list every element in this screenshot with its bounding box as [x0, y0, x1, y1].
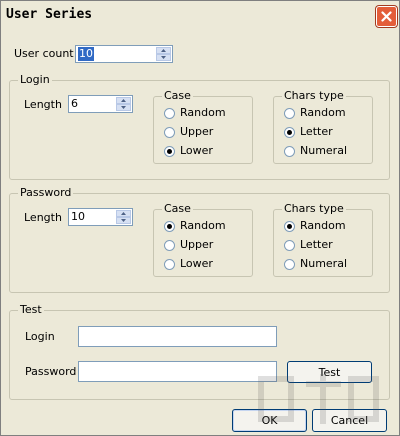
radio-circle: [164, 239, 175, 251]
radio-label: Random: [300, 106, 346, 119]
spin-up-icon[interactable]: [156, 47, 171, 54]
radio-circle-selected: [164, 145, 175, 157]
login-length-value: 6: [71, 97, 78, 110]
login-length-spin-buttons[interactable]: [116, 97, 131, 111]
radio-circle: [284, 239, 295, 251]
radio-label: Upper: [180, 238, 214, 251]
password-case-label: Case: [162, 202, 193, 216]
radio-circle: [164, 258, 175, 270]
spin-down-icon[interactable]: [156, 54, 171, 61]
radio-circle: [164, 126, 175, 138]
login-case-random-radio[interactable]: Random: [164, 105, 226, 121]
test-login-input[interactable]: [78, 326, 277, 347]
radio-circle: [164, 107, 175, 119]
radio-label: Lower: [180, 144, 213, 157]
password-chars-numeral-radio[interactable]: Numeral: [284, 256, 347, 272]
user-count-spinner[interactable]: 10: [75, 45, 173, 63]
login-case-lower-radio[interactable]: Lower: [164, 143, 213, 159]
window-title: User Series: [6, 7, 93, 22]
watermark-logo: [258, 374, 379, 424]
spin-up-icon[interactable]: [116, 97, 131, 104]
password-chars-letter-radio[interactable]: Letter: [284, 237, 333, 253]
radio-label: Random: [300, 219, 346, 232]
radio-circle: [284, 258, 295, 270]
test-password-label: Password: [25, 365, 77, 378]
password-chars-random-radio[interactable]: Random: [284, 218, 346, 234]
password-length-spinner[interactable]: 10: [68, 208, 133, 226]
login-group-label: Login: [18, 73, 52, 87]
spin-down-icon[interactable]: [116, 217, 131, 224]
close-icon: [381, 11, 392, 22]
password-length-spin-buttons[interactable]: [116, 210, 131, 224]
radio-circle-selected: [284, 220, 295, 232]
radio-label: Lower: [180, 257, 213, 270]
radio-label: Letter: [300, 125, 333, 138]
login-chars-letter-radio[interactable]: Letter: [284, 124, 333, 140]
login-chars-label: Chars type: [282, 89, 346, 103]
radio-label: Random: [180, 219, 226, 232]
password-length-label: Length: [24, 211, 62, 224]
login-length-label: Length: [24, 98, 62, 111]
password-group-label: Password: [18, 186, 74, 200]
radio-label: Numeral: [300, 144, 348, 157]
test-login-label: Login: [25, 330, 55, 343]
radio-circle-selected: [164, 220, 175, 232]
spin-down-icon[interactable]: [116, 104, 131, 111]
login-case-upper-radio[interactable]: Upper: [164, 124, 213, 140]
test-group-label: Test: [18, 303, 44, 317]
password-length-value: 10: [71, 210, 85, 223]
user-count-spin-buttons[interactable]: [156, 47, 171, 61]
password-case-lower-radio[interactable]: Lower: [164, 256, 213, 272]
user-series-dialog: User Series User count 10 Login Length 6…: [0, 0, 400, 436]
user-count-label: User count: [14, 47, 74, 60]
user-count-value: 10: [78, 47, 94, 61]
radio-circle: [284, 107, 295, 119]
login-chars-random-radio[interactable]: Random: [284, 105, 346, 121]
radio-label: Random: [180, 106, 226, 119]
test-password-input[interactable]: [78, 361, 277, 382]
password-case-random-radio[interactable]: Random: [164, 218, 226, 234]
password-chars-label: Chars type: [282, 202, 346, 216]
close-button[interactable]: [376, 6, 397, 27]
title-bar: User Series: [1, 1, 399, 30]
password-case-upper-radio[interactable]: Upper: [164, 237, 213, 253]
radio-circle: [284, 145, 295, 157]
radio-label: Upper: [180, 125, 214, 138]
radio-label: Letter: [300, 238, 333, 251]
login-chars-numeral-radio[interactable]: Numeral: [284, 143, 347, 159]
spin-up-icon[interactable]: [116, 210, 131, 217]
radio-circle-selected: [284, 126, 295, 138]
radio-label: Numeral: [300, 257, 348, 270]
login-length-spinner[interactable]: 6: [68, 95, 133, 113]
login-case-label: Case: [162, 89, 193, 103]
